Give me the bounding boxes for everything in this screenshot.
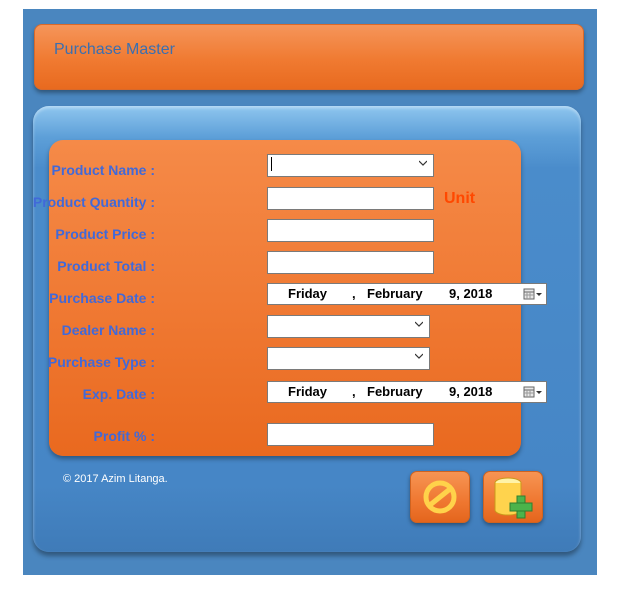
dealer-name-label: Dealer Name : [61,322,155,338]
exp-date-day: Friday [288,384,328,399]
exp-date-month: February [367,384,423,399]
add-button[interactable] [483,471,543,523]
purchase-form: Product Name : Product Quantity : Unit P… [33,140,547,456]
product-name-label: Product Name : [51,162,155,178]
purchase-date-sep: , [352,286,356,301]
cancel-button[interactable] [410,471,470,523]
profit-percent-input[interactable] [267,423,434,446]
page-title: Purchase Master [54,41,175,58]
chevron-down-icon [415,321,423,327]
purchase-date-date: 9, 2018 [449,286,493,301]
exp-date-sep: , [352,384,356,399]
unit-label: Unit [444,190,476,207]
product-price-label: Product Price : [55,226,155,242]
product-quantity-label: Product Quantity : [32,194,155,210]
exp-date-picker[interactable]: Friday , February 9, 2018 [267,381,547,403]
product-total-label: Product Total : [57,258,155,274]
purchase-type-combo[interactable] [267,347,430,370]
header-bar: Purchase Master [34,24,584,90]
calendar-dropdown-icon[interactable] [523,385,542,399]
product-price-input[interactable] [267,219,434,242]
purchase-date-picker[interactable]: Friday , February 9, 2018 [267,283,547,305]
text-caret [271,157,272,171]
cancel-icon [423,480,457,514]
exp-date-label: Exp. Date : [82,386,155,402]
purchase-date-month: February [367,286,423,301]
product-name-combo[interactable] [267,154,434,177]
chevron-down-icon [415,353,423,359]
product-quantity-input[interactable] [267,187,434,210]
purchase-type-label: Purchase Type : [47,354,155,370]
exp-date-date: 9, 2018 [449,384,493,399]
product-total-input[interactable] [267,251,434,274]
chevron-down-icon [419,160,427,166]
purchase-date-day: Friday [288,286,328,301]
copyright-text: © 2017 Azim Litanga. [63,473,168,485]
dealer-name-combo[interactable] [267,315,430,338]
add-database-icon [494,477,533,519]
calendar-dropdown-icon[interactable] [523,287,542,301]
profit-percent-label: Profit % : [93,428,155,444]
purchase-date-label: Purchase Date : [49,290,155,306]
